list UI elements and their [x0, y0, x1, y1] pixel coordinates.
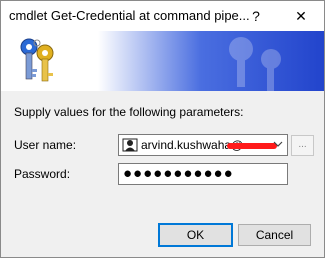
redaction-mark — [227, 143, 277, 149]
browse-button[interactable]: ... — [291, 135, 314, 156]
ok-button[interactable]: OK — [158, 223, 233, 247]
password-label: Password: — [14, 167, 71, 181]
username-combobox[interactable]: arvind.kushwaha@ — [118, 134, 288, 156]
chevron-down-icon[interactable] — [273, 136, 283, 155]
credential-dialog: cmdlet Get-Credential at command pipe...… — [0, 0, 325, 258]
title-bar[interactable]: cmdlet Get-Credential at command pipe...… — [1, 1, 324, 31]
banner — [1, 31, 324, 91]
password-value: ●●●●●●●●●●● — [123, 165, 234, 182]
help-button[interactable]: ? — [233, 1, 279, 31]
cancel-button[interactable]: Cancel — [238, 224, 311, 246]
keys-icon — [20, 38, 54, 82]
dialog-title: cmdlet Get-Credential at command pipe... — [9, 8, 250, 23]
username-label: User name: — [14, 138, 77, 152]
banner-graphic — [20, 37, 281, 91]
close-button[interactable]: ✕ — [278, 1, 324, 31]
prompt-text: Supply values for the following paramete… — [14, 105, 244, 119]
user-account-icon — [122, 137, 138, 153]
password-field[interactable]: ●●●●●●●●●●● — [118, 163, 288, 185]
